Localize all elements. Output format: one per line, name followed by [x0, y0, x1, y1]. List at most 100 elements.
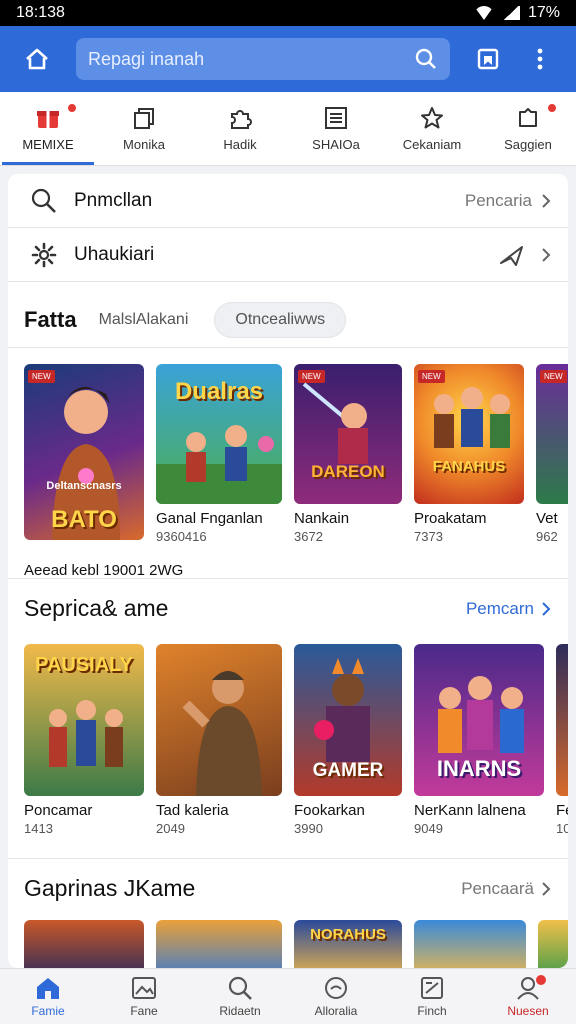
game-card[interactable]: NEW Vet 962: [536, 364, 568, 544]
game-meta: 9360416: [156, 529, 207, 544]
nav-nuesen[interactable]: Nuesen: [480, 969, 576, 1024]
game-thumbnail: NEW FANAHUS: [414, 364, 524, 504]
game-card[interactable]: GAMER Fookarkan 3990: [294, 644, 402, 836]
game-art-title: FANAHUS: [432, 458, 506, 475]
chevron-right-icon[interactable]: [540, 881, 552, 897]
game-card[interactable]: [24, 920, 144, 968]
search-bar[interactable]: [76, 38, 450, 80]
game-meta: 1413: [24, 821, 53, 836]
notification-dot: [536, 975, 546, 985]
category-tabs: MEMIXE Monika Hadik SHAIOa Cekaniam Sagg…: [0, 92, 576, 166]
game-art-title: BATO: [51, 506, 117, 533]
game-card[interactable]: Dualras Ganal Fnganlan 9360416: [156, 364, 282, 544]
nav-label: Fane: [130, 1004, 158, 1018]
game-card[interactable]: [156, 920, 282, 968]
see-more-link[interactable]: Pemcarn: [466, 599, 534, 619]
frame-icon: [421, 977, 443, 999]
tab-label: Hadik: [223, 137, 257, 152]
nav-label: Famie: [31, 1004, 65, 1018]
search-input[interactable]: [88, 48, 414, 70]
chevron-right-icon: [542, 193, 551, 208]
game-card[interactable]: PAUSIALY Poncamar 1413: [24, 644, 144, 836]
chat-icon: [325, 977, 347, 999]
game-card[interactable]: NEW FANAHUS Proakatam 7373: [414, 364, 524, 544]
game-thumbnail: NEW: [536, 364, 568, 504]
tab-saggien[interactable]: Saggien: [480, 92, 576, 165]
game-title: Fookarkan: [294, 802, 365, 819]
chevron-right-icon: [542, 247, 551, 262]
section-note: Aeead kebl 19001 2WG: [24, 562, 184, 579]
game-meta: 9049: [414, 821, 443, 836]
row-label: Pnmcllan: [74, 189, 153, 211]
bookmark-button[interactable]: [468, 39, 508, 79]
game-meta: 962: [536, 529, 558, 544]
game-thumbnail: [556, 644, 568, 796]
nav-alloralia[interactable]: Alloralia: [288, 969, 384, 1024]
new-badge: NEW: [540, 370, 567, 383]
art-caption: Deltanscnasrs: [46, 480, 122, 492]
game-card[interactable]: [538, 920, 568, 968]
game-card[interactable]: Tad kaleria 2049: [156, 644, 282, 836]
search-icon[interactable]: [414, 47, 438, 71]
home-button[interactable]: [14, 36, 60, 82]
tab-label: Saggien: [504, 137, 552, 152]
game-card[interactable]: NORAHUS: [294, 920, 402, 968]
tab-cekaniam[interactable]: Cekaniam: [384, 92, 480, 165]
nav-home[interactable]: Famie: [0, 969, 96, 1024]
filter-bar: Fatta MalslAlakani Otncealiwws: [8, 292, 568, 348]
game-card[interactable]: NEW DAREON Nankain 3672: [294, 364, 402, 544]
game-card[interactable]: [414, 920, 526, 968]
game-thumbnail: NORAHUS: [294, 920, 402, 968]
game-thumbnail: INARNS: [414, 644, 544, 796]
more-vertical-icon: [537, 48, 543, 70]
nav-fane[interactable]: Fane: [96, 969, 192, 1024]
status-icons: 17%: [473, 4, 560, 22]
game-art-title: DAREON: [311, 462, 385, 481]
section-title: Seprica& ame: [24, 595, 169, 621]
section-header: Seprica& ame Pemcarn: [8, 578, 568, 638]
share-icon[interactable]: [498, 243, 526, 267]
game-title: Proakatam: [414, 510, 487, 527]
copy-icon: [134, 108, 154, 129]
search-icon: [228, 976, 252, 1000]
list-row-search[interactable]: Pnmcllan Pencaria: [8, 174, 568, 228]
game-thumbnail: PAUSIALY: [24, 644, 144, 796]
section-title: Gaprinas JKame: [24, 875, 196, 901]
status-time: 18:138: [16, 4, 65, 21]
game-art-title: NORAHUS: [310, 926, 386, 943]
tab-shaioa[interactable]: SHAIOa: [288, 92, 384, 165]
games-row-2: PAUSIALY Poncamar 1413 Tad kaleria 2049: [8, 644, 568, 836]
tab-hadik[interactable]: Hadik: [192, 92, 288, 165]
search-icon: [31, 188, 56, 213]
nav-finch[interactable]: Finch: [384, 969, 480, 1024]
home-icon: [37, 978, 59, 999]
filter-chip[interactable]: Otncealiwws: [214, 301, 347, 338]
status-bar: 18:138 17%: [0, 0, 576, 26]
chevron-right-icon[interactable]: [540, 601, 552, 617]
tab-monika[interactable]: Monika: [96, 92, 192, 165]
list-row-settings[interactable]: Uhaukiari: [8, 228, 568, 282]
game-thumbnail: [414, 920, 526, 968]
game-art-title: Dualras: [174, 378, 264, 405]
filter-chip-plain[interactable]: MalslAlakani: [99, 311, 189, 329]
list-icon: [325, 107, 347, 129]
more-options-button[interactable]: [520, 39, 560, 79]
see-more-link[interactable]: Pencaarä: [461, 879, 534, 899]
game-title: Ganal Fnganlan: [156, 510, 263, 527]
nav-ridaetn[interactable]: Ridaetn: [192, 969, 288, 1024]
game-thumbnail: GAMER: [294, 644, 402, 796]
tab-memixe[interactable]: MEMIXE: [0, 92, 96, 165]
app-bar: [0, 26, 576, 92]
battery-level: 17%: [527, 4, 560, 21]
home-icon: [26, 48, 48, 70]
game-title: Nankain: [294, 510, 350, 527]
game-meta: 7373: [414, 529, 443, 544]
game-card[interactable]: Fel 10: [556, 644, 568, 836]
game-title: Vet: [536, 510, 558, 527]
game-card[interactable]: INARNS NerKann lalnena 9049: [414, 644, 544, 836]
star-icon: [421, 107, 443, 129]
featured-games-row: NEW Deltanscnasrs BATO Dualras Ganal Fng…: [8, 364, 568, 544]
game-thumbnail: [538, 920, 568, 968]
puzzle-icon: [231, 110, 252, 129]
game-card[interactable]: NEW Deltanscnasrs BATO: [24, 364, 144, 544]
